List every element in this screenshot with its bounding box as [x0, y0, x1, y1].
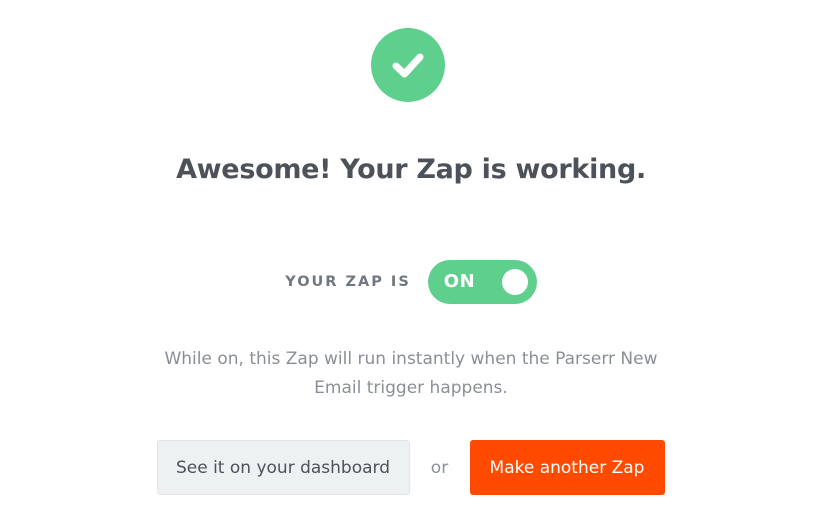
or-separator: or: [430, 457, 449, 478]
zap-status-label: YOUR ZAP IS: [285, 274, 411, 290]
success-headline: Awesome! Your Zap is working.: [176, 154, 646, 185]
make-another-zap-button[interactable]: Make another Zap: [469, 440, 665, 495]
zap-success-page: Awesome! Your Zap is working. YOUR ZAP I…: [0, 0, 822, 529]
zap-status-row: YOUR ZAP IS ON: [0, 260, 822, 304]
description-line-1: While on, this Zap will run instantly wh…: [164, 349, 658, 369]
toggle-knob: [501, 269, 528, 295]
checkmark-icon: [371, 28, 445, 102]
zap-on-off-toggle[interactable]: ON: [427, 260, 537, 304]
zap-description: While on, this Zap will run instantly wh…: [0, 345, 822, 403]
toggle-state-text: ON: [443, 271, 476, 292]
description-line-2: Email trigger happens.: [314, 378, 508, 398]
checkmark-glyph: [392, 53, 424, 78]
action-row: See it on your dashboard or Make another…: [0, 440, 822, 495]
see-dashboard-button[interactable]: See it on your dashboard: [156, 440, 410, 495]
